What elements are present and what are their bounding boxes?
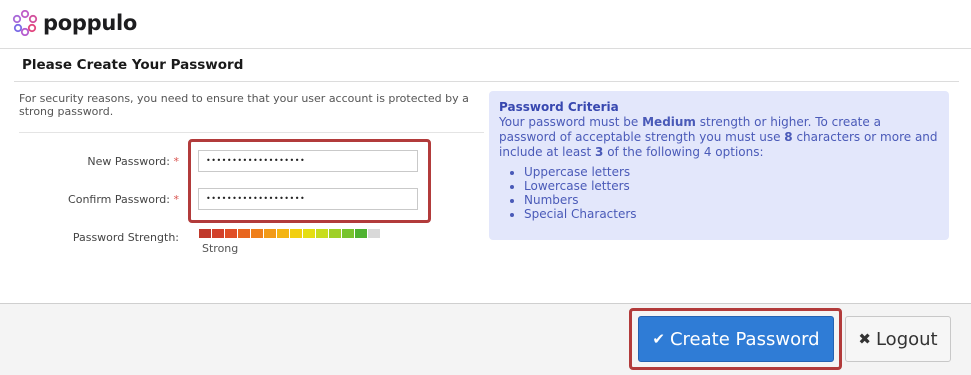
criteria-description: Your password must be Medium strength or…: [499, 115, 939, 160]
criteria-options-list: Uppercase letters Lowercase letters Numb…: [499, 165, 939, 221]
page-title: Please Create Your Password: [22, 57, 244, 73]
password-strength-label: Password Strength:: [72, 231, 179, 244]
strength-segment: [316, 229, 328, 238]
password-criteria-box: Password Criteria Your password must be …: [489, 91, 949, 240]
strength-segment: [355, 229, 367, 238]
header: poppulo: [0, 0, 971, 49]
poppulo-logo-icon: [12, 10, 38, 36]
divider: [19, 132, 484, 133]
strength-segment: [368, 229, 380, 238]
criteria-option: Special Characters: [524, 207, 939, 221]
strength-segment: [277, 229, 289, 238]
criteria-title: Password Criteria: [499, 100, 619, 114]
new-password-label: New Password: *: [19, 155, 179, 168]
strength-segment: [212, 229, 224, 238]
criteria-text: Your password must be: [499, 115, 643, 129]
password-strength-text: Strong: [202, 242, 239, 255]
logout-label: Logout: [875, 328, 938, 350]
required-mark: *: [173, 193, 180, 206]
strength-segment: [251, 229, 263, 238]
strength-segment: [264, 229, 276, 238]
close-icon: ✖: [858, 330, 871, 348]
strength-segment: [329, 229, 341, 238]
required-mark: *: [173, 155, 180, 168]
poppulo-logo[interactable]: poppulo: [12, 10, 137, 36]
intro-text: For security reasons, you need to ensure…: [19, 92, 469, 118]
new-password-label-text: New Password:: [87, 155, 170, 168]
confirm-password-label: Confirm Password: *: [19, 193, 179, 206]
confirm-password-label-text: Confirm Password:: [68, 193, 170, 206]
strength-segment: [290, 229, 302, 238]
criteria-min-chars: 8: [784, 130, 793, 144]
criteria-strength-word: Medium: [642, 115, 696, 129]
strength-segment: [303, 229, 315, 238]
create-password-button[interactable]: ✔ Create Password: [638, 316, 834, 362]
criteria-option: Lowercase letters: [524, 179, 939, 193]
logout-button[interactable]: ✖ Logout: [845, 316, 951, 362]
create-password-label: Create Password: [669, 328, 820, 350]
password-fields-highlight: [188, 139, 431, 223]
criteria-option: Numbers: [524, 193, 939, 207]
strength-segment: [342, 229, 354, 238]
strength-segment: [238, 229, 250, 238]
strength-segment: [225, 229, 237, 238]
criteria-text: of the following 4 options:: [603, 145, 764, 159]
page-title-bar: Please Create Your Password: [14, 54, 959, 82]
strength-segment: [199, 229, 211, 238]
criteria-option: Uppercase letters: [524, 165, 939, 179]
checkmark-icon: ✔: [652, 330, 665, 348]
brand-name: poppulo: [43, 11, 137, 35]
password-strength-meter: [199, 229, 381, 238]
